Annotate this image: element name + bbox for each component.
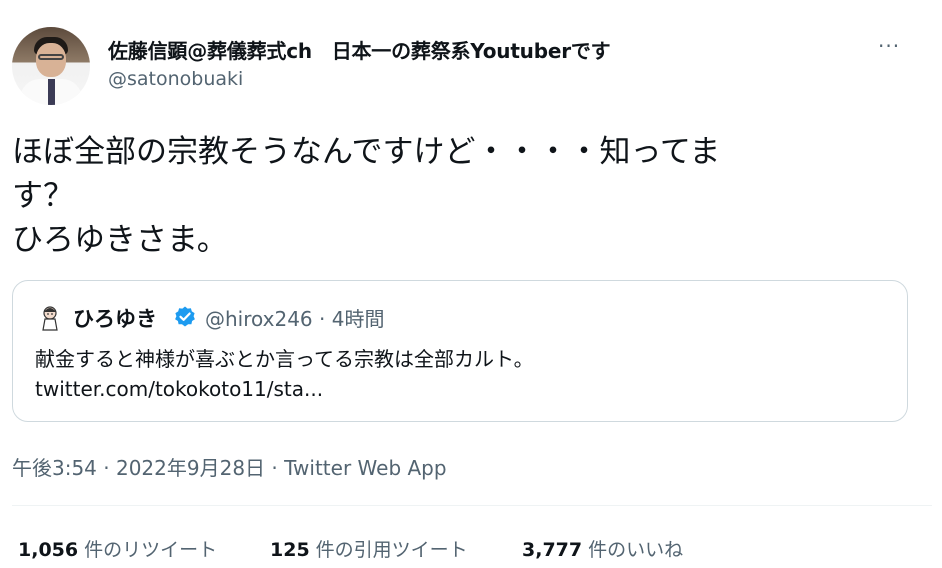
avatar-face	[36, 43, 66, 77]
quoted-text: 献金すると神様が喜ぶとか言ってる宗教は全部カルト。	[35, 347, 534, 371]
tweet-source[interactable]: Twitter Web App	[284, 456, 446, 480]
quoted-avatar-icon	[42, 306, 58, 331]
quotes-count: 125	[270, 539, 310, 561]
divider	[12, 505, 932, 506]
quoted-tweet[interactable]: ひろゆき @hirox246 · 4時間 献金すると神様が喜ぶとか言ってる宗教は…	[12, 280, 908, 422]
author-handle[interactable]: @satonobuaki	[108, 68, 243, 90]
retweets-label: 件のリツイート	[84, 539, 218, 561]
tweet: 佐藤信顕@葬儀葬式ch 日本一の葬祭系Youtuberです @satonobua…	[0, 0, 942, 568]
avatar-tie	[48, 79, 55, 105]
avatar-glasses	[38, 54, 64, 60]
more-options-icon[interactable]: ···	[878, 34, 900, 58]
author-display-name[interactable]: 佐藤信顕@葬儀葬式ch 日本一の葬祭系Youtuberです	[108, 35, 611, 64]
tweet-timestamp[interactable]: 午後3:54 · 2022年9月28日	[12, 456, 265, 480]
quotes-label: 件の引用ツイート	[315, 539, 468, 561]
retweets-stat[interactable]: 1,056 件のリツイート	[18, 535, 217, 562]
likes-stat[interactable]: 3,777 件のいいね	[522, 535, 683, 562]
quoted-handle-time: @hirox246 · 4時間	[205, 307, 385, 331]
quoted-link[interactable]: twitter.com/tokokoto11/sta...	[35, 377, 323, 401]
meta-separator: ·	[265, 456, 285, 480]
likes-count: 3,777	[522, 539, 583, 561]
verified-badge-icon	[175, 306, 195, 327]
quotes-stat[interactable]: 125 件の引用ツイート	[270, 535, 468, 562]
retweets-count: 1,056	[18, 539, 79, 561]
tweet-meta: 午後3:54 · 2022年9月28日 · Twitter Web App	[12, 452, 447, 481]
tweet-text: ほぼ全部の宗教そうなんですけど・・・・知ってま す？ ひろゆきさま。	[12, 134, 721, 258]
author-avatar[interactable]	[12, 27, 90, 105]
quoted-display-name: ひろゆき	[73, 307, 157, 331]
likes-label: 件のいいね	[588, 539, 684, 561]
